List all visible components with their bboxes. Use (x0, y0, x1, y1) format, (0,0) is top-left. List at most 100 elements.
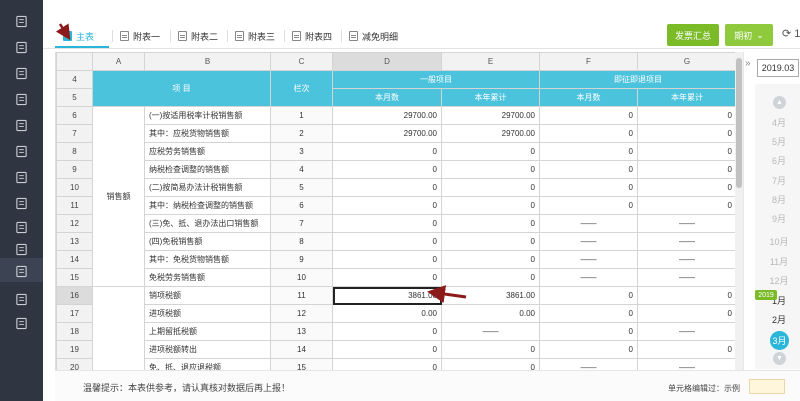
value-cell[interactable]: 0 (332, 214, 442, 233)
value-cell[interactable]: —— (637, 358, 735, 370)
value-cell[interactable]: 29700.00 (332, 106, 442, 125)
value-cell[interactable]: —— (637, 322, 735, 341)
payroll-icon[interactable] (14, 242, 28, 256)
value-cell[interactable]: 0 (441, 178, 540, 197)
tab-exemption-detail[interactable]: 减免明细 (349, 24, 398, 48)
tab-schedule-1[interactable]: 附表一 (120, 24, 160, 48)
value-cell[interactable]: 0 (441, 340, 540, 359)
value-cell[interactable]: 0 (441, 250, 540, 269)
month-item[interactable]: 12月 (760, 274, 798, 287)
value-cell[interactable]: 0 (332, 232, 442, 251)
value-cell[interactable]: —— (637, 214, 735, 233)
value-cell[interactable]: 0 (332, 268, 442, 287)
column-letter[interactable]: C (270, 52, 333, 71)
value-cell[interactable]: 0 (637, 196, 735, 215)
settings-icon[interactable] (14, 316, 28, 330)
value-cell[interactable]: 29700.00 (441, 124, 540, 143)
month-item[interactable]: 9月 (760, 212, 798, 225)
value-cell[interactable]: 0 (332, 322, 442, 341)
value-cell[interactable]: 0 (637, 142, 735, 161)
value-cell[interactable]: 0 (539, 178, 638, 197)
value-cell[interactable]: 0 (441, 196, 540, 215)
value-cell[interactable]: 29700.00 (332, 124, 442, 143)
row-number[interactable]: 15 (56, 268, 93, 287)
wallet-icon[interactable] (14, 220, 28, 234)
value-cell[interactable]: 0 (332, 196, 442, 215)
tab-schedule-3[interactable]: 附表三 (235, 24, 275, 48)
invoice-summary-button[interactable]: 发票汇总 (667, 24, 719, 46)
row-number[interactable]: 16 (56, 286, 93, 305)
value-cell[interactable]: 0 (539, 160, 638, 179)
row-number[interactable]: 4 (56, 70, 93, 89)
row-number[interactable]: 11 (56, 196, 93, 215)
voucher-icon[interactable] (14, 118, 28, 132)
scroll-down-icon[interactable]: ▼ (773, 352, 786, 365)
month-item[interactable]: 11月 (760, 255, 798, 268)
invoice-icon[interactable] (14, 66, 28, 80)
ledger-icon[interactable] (14, 40, 28, 54)
row-number[interactable]: 13 (56, 232, 93, 251)
document-icon[interactable] (14, 170, 28, 184)
month-item[interactable]: 8月 (760, 193, 798, 206)
column-letter[interactable]: A (92, 52, 145, 71)
search-report-icon[interactable] (14, 292, 28, 306)
calendar-icon[interactable] (14, 144, 28, 158)
row-number[interactable]: 8 (56, 142, 93, 161)
value-cell[interactable]: 0 (637, 160, 735, 179)
value-cell[interactable]: 0 (441, 142, 540, 161)
value-cell[interactable]: 0 (637, 106, 735, 125)
value-cell[interactable]: —— (539, 250, 638, 269)
value-cell[interactable]: 0 (332, 160, 442, 179)
period-dropdown[interactable]: 期初 ⌄ (725, 24, 773, 46)
value-cell[interactable]: 0.00 (332, 304, 442, 323)
value-cell[interactable]: 0 (539, 322, 638, 341)
value-cell[interactable]: 0 (332, 178, 442, 197)
refresh-button[interactable]: ⟳ 1 (782, 27, 800, 40)
scrollbar-thumb[interactable] (736, 58, 742, 188)
month-item[interactable]: 5月 (760, 135, 798, 148)
value-cell[interactable]: —— (637, 232, 735, 251)
year-month-field[interactable]: 2019.03 (757, 59, 799, 77)
month-item[interactable]: 7月 (760, 174, 798, 187)
value-cell[interactable]: 0.00 (441, 304, 540, 323)
value-cell[interactable]: 0 (637, 124, 735, 143)
row-number[interactable]: 19 (56, 340, 93, 359)
column-letter[interactable]: F (539, 52, 638, 71)
value-cell[interactable]: 0 (539, 340, 638, 359)
month-item[interactable]: 10月 (760, 235, 798, 248)
value-cell[interactable]: —— (637, 268, 735, 287)
value-cell[interactable]: 0 (441, 214, 540, 233)
row-number[interactable]: 12 (56, 214, 93, 233)
tab-schedule-2[interactable]: 附表二 (178, 24, 218, 48)
value-cell[interactable]: —— (539, 232, 638, 251)
value-cell[interactable]: 0 (441, 160, 540, 179)
value-cell[interactable]: 0 (539, 196, 638, 215)
row-number[interactable]: 6 (56, 106, 93, 125)
value-cell[interactable]: —— (539, 268, 638, 287)
chart-icon[interactable] (14, 92, 28, 106)
column-letter[interactable] (56, 52, 93, 71)
value-cell[interactable]: 0 (637, 286, 735, 305)
archive-icon[interactable] (14, 196, 28, 210)
row-number[interactable]: 14 (56, 250, 93, 269)
value-cell[interactable]: 0 (637, 340, 735, 359)
value-cell[interactable]: 0 (539, 106, 638, 125)
value-cell[interactable]: 0 (441, 232, 540, 251)
value-cell[interactable]: —— (539, 358, 638, 370)
row-number[interactable]: 7 (56, 124, 93, 143)
selected-value-cell[interactable]: 3861.00 (332, 286, 442, 305)
value-cell[interactable]: 0 (441, 268, 540, 287)
value-cell[interactable]: 29700.00 (441, 106, 540, 125)
value-cell[interactable]: 0 (332, 142, 442, 161)
column-letter[interactable]: G (637, 52, 735, 71)
value-cell[interactable]: 0 (637, 304, 735, 323)
row-number[interactable]: 5 (56, 88, 93, 107)
vertical-scrollbar[interactable] (735, 52, 743, 370)
month-item-selected[interactable]: 3月 (770, 331, 789, 350)
value-cell[interactable]: 0 (332, 250, 442, 269)
value-cell[interactable]: 0 (441, 358, 540, 370)
value-cell[interactable]: 0 (539, 304, 638, 323)
value-cell[interactable]: 0 (539, 124, 638, 143)
month-item[interactable]: 6月 (760, 154, 798, 167)
value-cell[interactable]: 0 (332, 358, 442, 370)
